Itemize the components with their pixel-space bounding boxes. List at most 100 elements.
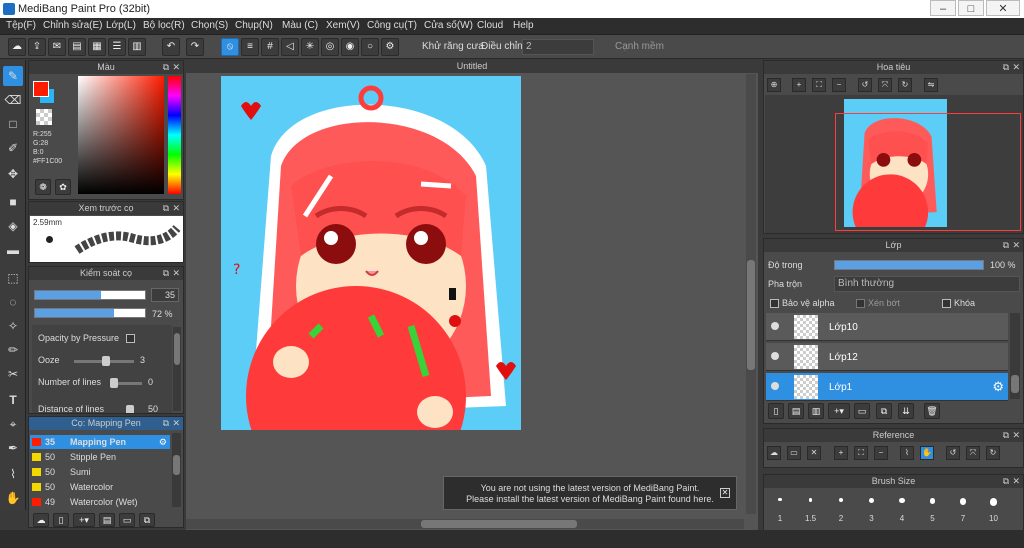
brush-tool-icon[interactable]: ✐ — [3, 138, 23, 158]
menu-tools[interactable]: Công cụ(T) — [367, 20, 417, 31]
brush-add-icon[interactable]: +▾ — [73, 513, 95, 527]
scroll-thumb[interactable] — [174, 333, 180, 365]
layer-visibility-icon[interactable] — [771, 322, 779, 330]
distance-knob[interactable] — [126, 405, 134, 413]
brush-item[interactable]: 35 Mapping Pen ⚙ — [30, 435, 170, 449]
layer-settings-icon[interactable]: ⚙ — [992, 379, 1004, 395]
brush-item[interactable]: 49 Watercolor (Wet) — [30, 495, 170, 509]
notice-close-icon[interactable]: ✕ — [720, 488, 730, 498]
rotate-right-icon[interactable]: ↻ — [898, 78, 912, 92]
ref-cloud-icon[interactable]: ☁ — [767, 446, 781, 460]
close-panel-icon[interactable]: ✕ — [1012, 61, 1020, 74]
add-layer-menu-icon[interactable]: +▾ — [828, 403, 850, 419]
ref-hand-icon[interactable]: ✋ — [920, 446, 934, 460]
layer-scrollbar[interactable] — [1010, 313, 1020, 399]
menu-view[interactable]: Xem(V) — [326, 20, 360, 31]
zoom-out-icon[interactable]: − — [832, 78, 846, 92]
scroll-thumb[interactable] — [1011, 375, 1019, 393]
close-panel-icon[interactable]: ✕ — [1012, 475, 1020, 488]
ref-rotate-left-icon[interactable]: ↺ — [946, 446, 960, 460]
brush-size-preset[interactable]: 7 — [949, 492, 977, 530]
popout-icon[interactable]: ⧉ — [1003, 239, 1009, 252]
brush-size-preset[interactable]: 1 — [766, 492, 794, 530]
navigator-view[interactable] — [765, 95, 1023, 250]
menu-select[interactable]: Chọn(S) — [191, 20, 228, 31]
update-notice[interactable]: You are not using the latest version of … — [443, 476, 737, 510]
select-eraser-tool-icon[interactable]: ✂ — [3, 364, 23, 384]
bucket-tool-icon[interactable]: ◈ — [3, 216, 23, 236]
ref-eyedropper-icon[interactable]: ⌇ — [900, 446, 914, 460]
undo-icon[interactable]: ↶ — [162, 38, 180, 56]
snap-radial-icon[interactable]: ✳ — [301, 38, 319, 56]
brush-size-preset[interactable]: 2 — [827, 492, 855, 530]
layer-row[interactable]: Lớp1 ⚙ — [766, 373, 1008, 401]
layers-icon[interactable]: ▤ — [68, 38, 86, 56]
magic-wand-tool-icon[interactable]: ✧ — [3, 316, 23, 336]
transparent-swatch[interactable] — [36, 109, 52, 125]
ooze-knob[interactable] — [102, 356, 110, 366]
brush-duplicate-icon[interactable]: ⧉ — [139, 513, 155, 527]
palette-icon[interactable]: ❁ — [35, 179, 51, 195]
grid-icon[interactable]: ▥ — [128, 38, 146, 56]
canvas-tab[interactable]: Untitled — [186, 60, 758, 73]
select-tool-icon[interactable]: ⬚ — [3, 268, 23, 288]
menu-capture[interactable]: Chụp(N) — [235, 20, 273, 31]
lasso-tool-icon[interactable]: ◌ — [3, 292, 23, 312]
operation-tool-icon[interactable]: ⌖ — [3, 414, 23, 434]
list-icon[interactable]: ☰ — [108, 38, 126, 56]
brush-copy-icon[interactable]: ▤ — [99, 513, 115, 527]
brush-size-preset[interactable]: 1.5 — [797, 492, 825, 530]
popout-icon[interactable]: ⧉ — [163, 202, 169, 215]
brush-settings-icon[interactable]: ⚙ — [159, 435, 167, 449]
delete-layer-icon[interactable]: 🗑 — [924, 403, 940, 419]
brush-cloud-icon[interactable]: ☁ — [33, 513, 49, 527]
popout-icon[interactable]: ⧉ — [163, 417, 169, 430]
horizontal-scroll-thumb[interactable] — [421, 520, 577, 528]
popout-icon[interactable]: ⧉ — [1003, 429, 1009, 442]
snap-settings-icon[interactable]: ⚙ — [381, 38, 399, 56]
shape-tool-icon[interactable]: □ — [3, 114, 23, 134]
brush-size-value[interactable]: 35 — [151, 288, 179, 302]
canvas-vertical-scrollbar[interactable] — [746, 74, 756, 514]
adjust-select[interactable]: 2 — [522, 39, 594, 55]
vertical-scroll-thumb[interactable] — [747, 260, 755, 370]
zoom-actual-icon[interactable]: ⊕ — [767, 78, 781, 92]
lines-knob[interactable] — [110, 378, 118, 388]
scroll-thumb[interactable] — [173, 455, 180, 475]
divide-tool-icon[interactable]: ✒ — [3, 438, 23, 458]
menu-filter[interactable]: Bộ lọc(R) — [143, 20, 185, 31]
layer-visibility-icon[interactable] — [771, 382, 779, 390]
brush-size-preset[interactable]: 10 — [980, 492, 1008, 530]
brush-size-preset[interactable]: 3 — [858, 492, 886, 530]
hue-slider[interactable] — [168, 76, 181, 194]
close-panel-icon[interactable]: ✕ — [1012, 429, 1020, 442]
snap-curve-icon[interactable]: ◉ — [341, 38, 359, 56]
foreground-color-swatch[interactable] — [33, 81, 49, 97]
move-tool-icon[interactable]: ✥ — [3, 164, 23, 184]
fill-rect-tool-icon[interactable]: ■ — [3, 192, 23, 212]
menu-edit[interactable]: Chỉnh sửa(E) — [43, 20, 103, 31]
eraser-tool-icon[interactable]: ⌫ — [3, 90, 23, 110]
layer-opacity-slider[interactable] — [834, 260, 984, 270]
ref-reset-icon[interactable]: ⤧ — [966, 446, 980, 460]
snap-off-icon[interactable]: ⦸ — [221, 38, 239, 56]
layer-row[interactable]: Lớp12 — [766, 343, 1008, 371]
hand-tool-icon[interactable]: ✋ — [3, 488, 23, 508]
navigator-viewport-frame[interactable] — [835, 113, 1021, 231]
text-tool-icon[interactable]: T — [3, 390, 23, 410]
redo-icon[interactable]: ↷ — [186, 38, 204, 56]
menu-cloud[interactable]: Cloud — [477, 20, 503, 31]
snap-grid-icon[interactable]: # — [261, 38, 279, 56]
canvas-horizontal-scrollbar[interactable] — [186, 519, 744, 529]
brush-size-preset[interactable]: 4 — [888, 492, 916, 530]
brush-size-slider[interactable] — [34, 290, 146, 300]
eyedropper-tool-icon[interactable]: ⌇ — [3, 464, 23, 484]
lock-checkbox[interactable] — [942, 299, 951, 308]
brush-list-scrollbar[interactable] — [172, 433, 181, 507]
close-button[interactable]: ✕ — [986, 0, 1020, 16]
palette-add-icon[interactable]: ✿ — [55, 179, 71, 195]
menu-color[interactable]: Màu (C) — [282, 20, 318, 31]
rotate-left-icon[interactable]: ↺ — [858, 78, 872, 92]
new-8bit-layer-icon[interactable]: ▥ — [808, 403, 824, 419]
menu-layer[interactable]: Lớp(L) — [106, 20, 136, 31]
